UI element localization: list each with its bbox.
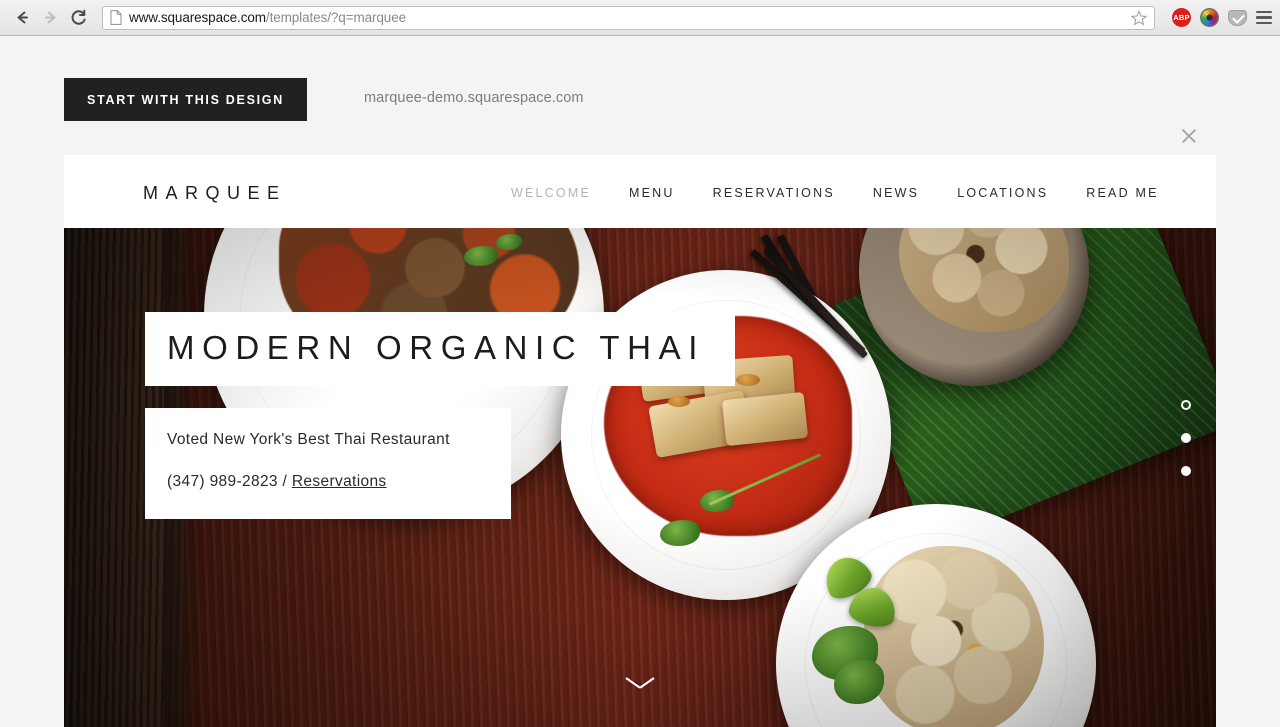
browser-menu-icon[interactable] [1256,11,1272,24]
nav-item-reservations[interactable]: RESERVATIONS [713,186,835,200]
browser-toolbar: www.squarespace.com/templates/?q=marquee… [0,0,1280,36]
slideshow-indicators [1181,400,1191,476]
hero-detail-card: Voted New York's Best Thai Restaurant (3… [145,408,511,519]
forward-arrow-icon [44,11,55,24]
adblock-plus-icon[interactable]: ABP [1172,8,1191,27]
chevron-down-icon[interactable] [626,677,654,691]
hero-contact-line: (347) 989-2823 / Reservations [167,472,487,493]
reload-button[interactable] [64,4,92,32]
address-bar-text: www.squarespace.com/templates/?q=marquee [129,10,1128,25]
hero-slideshow: MODERN ORGANIC THAI Voted New York's Bes… [64,228,1216,727]
nav-item-menu[interactable]: MENU [629,186,675,200]
start-with-this-design-button[interactable]: START WITH THIS DESIGN [64,78,307,121]
nav-item-locations[interactable]: LOCATIONS [957,186,1048,200]
page-document-icon [110,10,122,25]
site-header: MARQUEE WELCOME MENU RESERVATIONS NEWS L… [64,155,1216,228]
fried-garlic [736,374,760,386]
nav-item-welcome[interactable]: WELCOME [511,186,591,200]
url-path: /templates/?q=marquee [265,10,407,25]
slide-indicator-1[interactable] [1181,400,1191,410]
hero-headline-banner: MODERN ORGANIC THAI [145,312,735,386]
browser-extensions: ABP [1172,8,1272,27]
forward-button[interactable] [36,4,64,32]
back-arrow-icon [17,11,28,24]
close-preview-button[interactable] [1178,125,1200,147]
site-preview-frame: MARQUEE WELCOME MENU RESERVATIONS NEWS L… [64,155,1216,727]
back-button[interactable] [8,4,36,32]
template-preview-bar: START WITH THIS DESIGN marquee-demo.squa… [0,36,1280,155]
demo-site-url: marquee-demo.squarespace.com [364,90,584,106]
nav-item-news[interactable]: NEWS [873,186,919,200]
reload-icon [71,9,86,25]
hero-headline: MODERN ORGANIC THAI [167,329,705,366]
hero-tagline: Voted New York's Best Thai Restaurant [167,431,450,448]
pocket-icon[interactable] [1228,9,1247,26]
address-bar[interactable]: www.squarespace.com/templates/?q=marquee [102,5,1155,30]
bookmark-star-button[interactable] [1128,7,1150,29]
url-host: www.squarespace.com [129,10,266,25]
nav-item-read-me[interactable]: READ ME [1086,186,1158,200]
reservations-link[interactable]: Reservations [292,473,387,490]
hero-phone: (347) 989-2823 / [167,472,292,490]
site-navigation: WELCOME MENU RESERVATIONS NEWS LOCATIONS… [511,186,1159,200]
slide-indicator-2[interactable] [1181,433,1191,443]
site-logo[interactable]: MARQUEE [143,183,287,204]
color-camera-icon[interactable] [1200,8,1219,27]
fried-tofu-piece [721,391,809,447]
fried-garlic [668,396,690,407]
star-icon [1131,9,1147,25]
slide-indicator-3[interactable] [1181,466,1191,476]
